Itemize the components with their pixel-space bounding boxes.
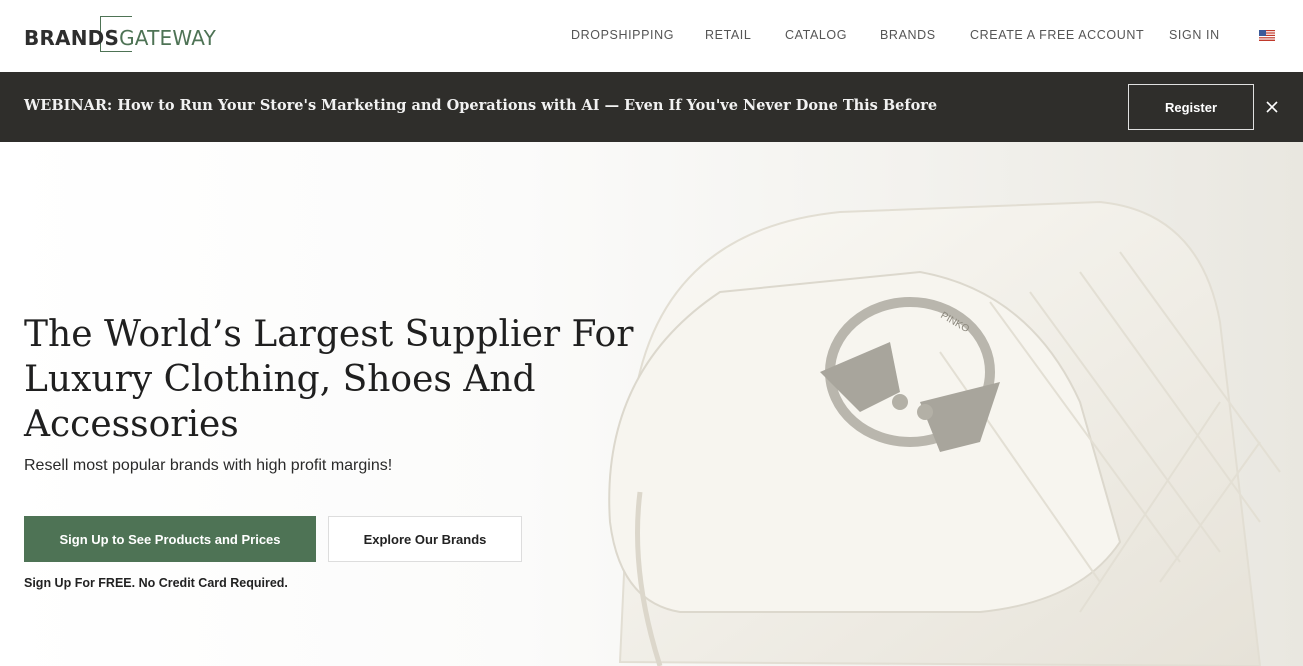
close-icon[interactable] — [1262, 97, 1282, 117]
hero-section: PINKO The World’s Largest Supplier For L… — [0, 142, 1303, 666]
nav-catalog[interactable]: CATALOG — [785, 28, 847, 42]
webinar-banner: WEBINAR: How to Run Your Store's Marketi… — [0, 72, 1303, 142]
signup-note: Sign Up For FREE. No Credit Card Require… — [24, 576, 288, 590]
site-header: BRANDSGATEWAY DROPSHIPPING RETAIL CATALO… — [0, 0, 1303, 72]
signup-button[interactable]: Sign Up to See Products and Prices — [24, 516, 316, 562]
hero-headline: The World’s Largest Supplier For Luxury … — [24, 314, 634, 445]
register-button[interactable]: Register — [1128, 84, 1254, 130]
webinar-text[interactable]: WEBINAR: How to Run Your Store's Marketi… — [24, 97, 937, 114]
nav-create-account[interactable]: CREATE A FREE ACCOUNT — [970, 28, 1144, 42]
nav-sign-in[interactable]: SIGN IN — [1169, 28, 1220, 42]
handbag-image: PINKO — [608, 200, 1281, 666]
nav-retail[interactable]: RETAIL — [705, 28, 751, 42]
explore-brands-button[interactable]: Explore Our Brands — [328, 516, 522, 562]
nav-brands[interactable]: BRANDS — [880, 28, 936, 42]
main-nav: DROPSHIPPING RETAIL CATALOG BRANDS CREAT… — [0, 28, 1303, 44]
us-flag-icon[interactable] — [1259, 30, 1275, 41]
nav-dropshipping[interactable]: DROPSHIPPING — [571, 28, 674, 42]
hero-subline: Resell most popular brands with high pro… — [24, 457, 393, 474]
